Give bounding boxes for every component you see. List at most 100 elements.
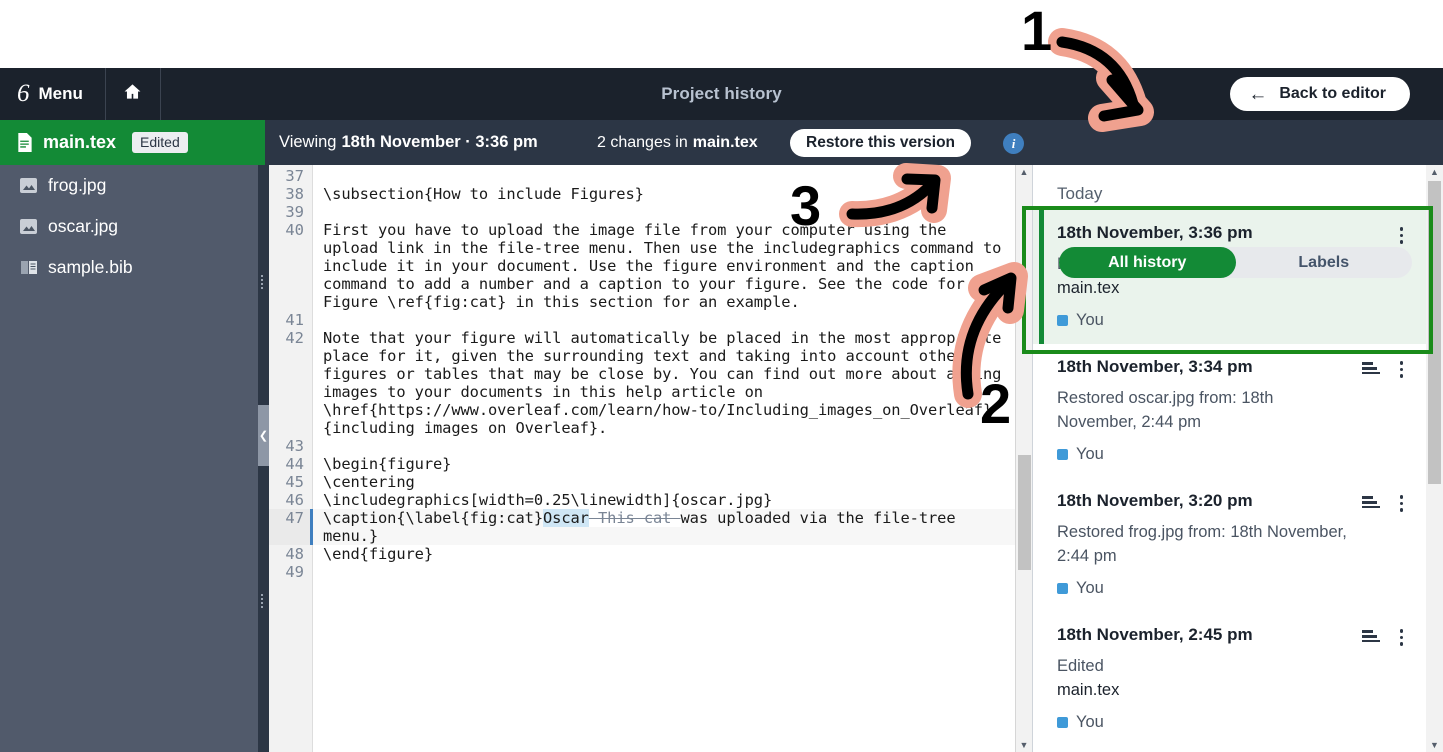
changes-count-label: 2 changes in <box>597 133 688 151</box>
compare-icon[interactable] <box>1361 362 1380 376</box>
line-number: 47 <box>269 509 313 545</box>
editor-scrollbar-thumb[interactable] <box>1018 455 1031 570</box>
image-icon <box>19 219 38 234</box>
kebab-menu-icon[interactable] <box>1396 493 1408 514</box>
history-item-actions <box>1361 491 1408 514</box>
tab-labels[interactable]: Labels <box>1236 247 1413 278</box>
code-line: 46 \includegraphics[width=0.25\linewidth… <box>269 491 1032 509</box>
history-item-user: You <box>1057 445 1407 464</box>
history-item-time: 18th November, 3:20 pm <box>1057 491 1253 510</box>
history-item-description: Edited main.tex <box>1057 654 1357 704</box>
kebab-menu-icon[interactable] <box>1396 359 1408 380</box>
code-line: 45 \centering <box>269 473 1032 491</box>
history-item-time: 18th November, 3:34 pm <box>1057 357 1253 376</box>
arrow-left-icon: ← <box>1248 83 1268 105</box>
history-item-description: Restored frog.jpg from: 18th November, 2… <box>1057 522 1347 566</box>
user-color-chip <box>1057 717 1068 728</box>
viewing-label: Viewing <box>279 133 337 151</box>
diff-inserted-text: Oscar <box>542 509 589 527</box>
editor-scrollbar[interactable]: ▲ ▼ <box>1015 165 1032 752</box>
line-number: 49 <box>269 563 313 581</box>
history-item-user-label: You <box>1076 311 1104 329</box>
history-item-header: 18th November, 2:45 pm <box>1057 625 1407 648</box>
code-line: 43 <box>269 437 1032 455</box>
file-tree-item-label: sample.bib <box>48 257 133 277</box>
active-file-name: main.tex <box>43 132 117 152</box>
app-root: 6 Menu Project history ← Back to editor … <box>0 0 1443 752</box>
code-line-diff: 47 \caption{\label{fig:cat}Oscar This ca… <box>269 509 1032 545</box>
code-line: 48 \end{figure} <box>269 545 1032 563</box>
code-line: 41 <box>269 311 1032 329</box>
scroll-up-icon[interactable]: ▲ <box>1016 165 1032 179</box>
history-item-time: 18th November, 2:45 pm <box>1057 625 1253 644</box>
line-text: \end{figure} <box>323 545 433 563</box>
history-item[interactable]: 18th November, 3:34 pm Restored oscar.jp… <box>1033 344 1427 478</box>
history-item-user: You <box>1057 579 1407 598</box>
resize-grip-dots <box>261 592 266 609</box>
user-color-chip <box>1057 583 1068 594</box>
history-mode-toggle: All history Labels <box>1059 247 1412 278</box>
history-item-actions <box>1396 223 1408 246</box>
kebab-menu-icon[interactable] <box>1396 627 1408 648</box>
active-file-tab[interactable]: main.tex Edited <box>0 120 265 165</box>
history-item-description: Restored oscar.jpg from: 18th November, … <box>1057 388 1274 432</box>
history-item-user-label: You <box>1076 713 1104 731</box>
file-tree-item-oscar[interactable]: oscar.jpg <box>0 206 265 247</box>
history-item[interactable]: 18th November, 3:20 pm Restored frog.jpg… <box>1033 478 1427 612</box>
line-number: 45 <box>269 473 313 491</box>
line-text <box>313 563 323 581</box>
diff-deleted-text: This cat <box>588 509 681 527</box>
history-item-file: main.tex <box>1057 681 1120 700</box>
scroll-up-icon[interactable]: ▲ <box>1426 165 1443 179</box>
compare-icon[interactable] <box>1361 630 1380 644</box>
book-icon <box>19 260 38 275</box>
history-item-user-label: You <box>1076 579 1104 597</box>
line-number: 40 <box>269 221 313 311</box>
line-text: First you have to upload the image file … <box>323 221 1011 311</box>
code-line: 38 \subsection{How to include Figures} <box>269 185 1032 203</box>
history-item-user: You <box>1057 713 1407 732</box>
back-to-editor-button[interactable]: ← Back to editor <box>1230 77 1410 111</box>
editor-content[interactable]: 37 38 \subsection{How to include Figures… <box>269 165 1032 581</box>
code-line: 44 \begin{figure} <box>269 455 1032 473</box>
line-text <box>313 311 323 329</box>
info-icon[interactable]: i <box>1003 133 1024 154</box>
tab-all-history[interactable]: All history <box>1059 247 1236 278</box>
history-scrollbar[interactable]: ▲ ▼ <box>1426 165 1443 752</box>
code-line: 49 <box>269 563 1032 581</box>
file-tree-item-label: frog.jpg <box>48 175 107 195</box>
code-line: 42 Note that your figure will automatica… <box>269 329 1032 437</box>
history-item-header: 18th November, 3:20 pm <box>1057 491 1407 514</box>
history-item-user: You <box>1057 311 1407 330</box>
history-toolbar: main.tex Edited Viewing 18th November · … <box>0 120 1443 278</box>
line-text: \centering <box>323 473 415 491</box>
line-number: 37 <box>269 167 313 185</box>
line-number: 46 <box>269 491 313 509</box>
changes-summary: 2 changes in main.tex <box>597 120 758 165</box>
line-number: 41 <box>269 311 313 329</box>
restore-this-version-button[interactable]: Restore this version <box>790 129 972 157</box>
app-header: 6 Menu Project history ← Back to editor <box>0 68 1443 120</box>
line-text-diff: \caption{\label{fig:cat}Oscar This cat w… <box>313 509 1003 545</box>
scroll-down-icon[interactable]: ▼ <box>1016 738 1032 752</box>
history-item-time: 18th November, 3:36 pm <box>1057 223 1253 242</box>
code-editor[interactable]: 37 38 \subsection{How to include Figures… <box>269 165 1032 752</box>
kebab-menu-icon[interactable] <box>1396 225 1408 246</box>
line-text: \begin{figure} <box>323 455 452 473</box>
file-tree-item-frog[interactable]: frog.jpg <box>0 165 265 206</box>
user-color-chip <box>1057 315 1068 326</box>
history-item-actions <box>1361 357 1408 380</box>
history-item-actions <box>1361 625 1408 648</box>
code-line: 37 <box>269 167 1032 185</box>
history-scrollbar-thumb[interactable] <box>1428 181 1441 484</box>
user-color-chip <box>1057 449 1068 460</box>
line-text: \includegraphics[width=0.25\linewidth]{o… <box>323 491 773 509</box>
compare-icon[interactable] <box>1361 496 1380 510</box>
scroll-down-icon[interactable]: ▼ <box>1426 738 1443 752</box>
code-line: 39 <box>269 203 1032 221</box>
line-number: 44 <box>269 455 313 473</box>
collapse-file-tree-button[interactable]: ❮ <box>258 405 269 466</box>
diff-context-prefix: \caption{\label{fig:cat} <box>323 509 543 527</box>
history-item[interactable]: 18th November, 2:45 pm Edited main.tex Y… <box>1033 612 1427 746</box>
file-tree-item-sample-bib[interactable]: sample.bib <box>0 247 265 288</box>
